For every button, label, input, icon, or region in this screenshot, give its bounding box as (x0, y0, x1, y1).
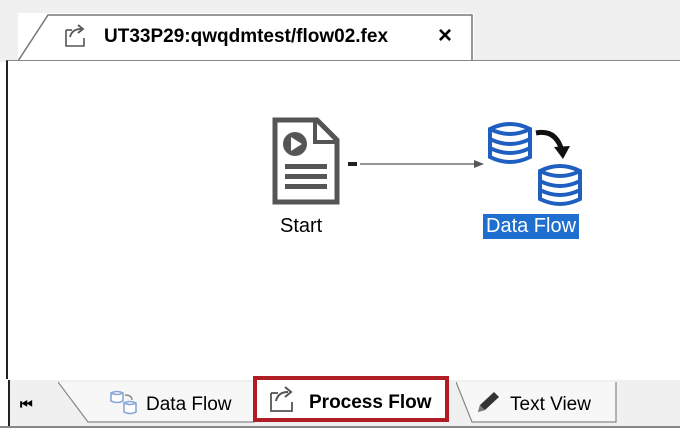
view-tab-bar: ⏮ Data Flow Text View Process Flow (8, 376, 680, 426)
editor-tab-strip: UT33P29:qwqdmtest/flow02.fex × (0, 0, 680, 62)
bottom-border (0, 426, 680, 428)
flow-connector[interactable] (348, 157, 488, 171)
close-icon[interactable]: × (432, 22, 458, 50)
process-flow-icon (267, 386, 297, 419)
dataflow-node[interactable] (484, 119, 594, 219)
editor-tab[interactable]: UT33P29:qwqdmtest/flow02.fex × (18, 13, 474, 61)
process-flow-canvas[interactable]: Start Data Flow (6, 60, 680, 379)
tab-data-flow[interactable]: Data Flow (58, 380, 268, 424)
document-start-icon (272, 117, 340, 205)
editor-tab-title: UT33P29:qwqdmtest/flow02.fex (104, 26, 389, 47)
start-node[interactable] (261, 116, 351, 206)
tab-text-view[interactable]: Text View (456, 380, 626, 424)
pencil-icon (474, 390, 502, 421)
first-tab-button[interactable]: ⏮ (20, 396, 36, 412)
data-flow-icon (108, 389, 140, 420)
editor-window: UT33P29:qwqdmtest/flow02.fex × Start Dat… (0, 0, 680, 435)
start-node-label: Start (280, 215, 323, 237)
tab-process-flow-label: Process Flow (309, 392, 432, 413)
database-flow-icon (488, 122, 582, 206)
dataflow-node-label: Data Flow (483, 214, 580, 239)
process-flow-icon (62, 24, 88, 53)
tab-text-view-label: Text View (510, 394, 591, 415)
tab-data-flow-label: Data Flow (146, 394, 232, 415)
tab-process-flow[interactable]: Process Flow (253, 376, 449, 422)
